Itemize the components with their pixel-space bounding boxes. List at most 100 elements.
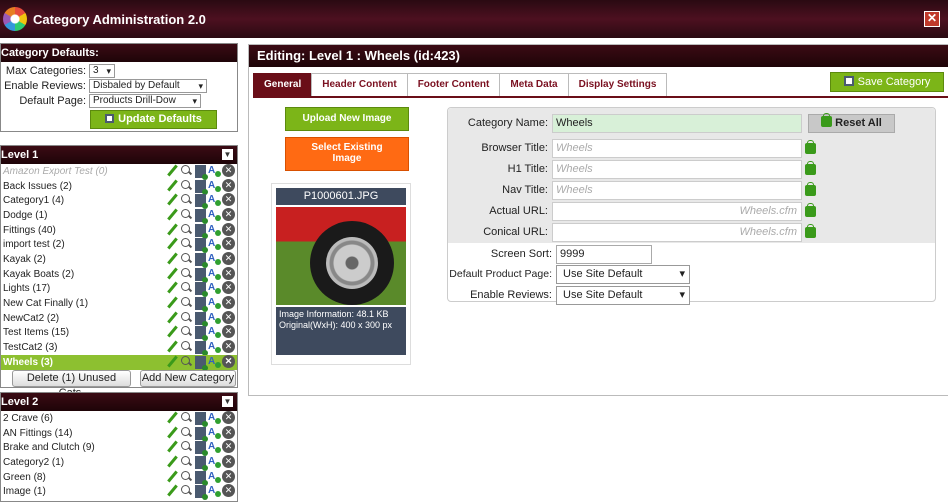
level2-item[interactable]: Category2 (1) A ✕ (1, 454, 237, 471)
products-icon[interactable] (195, 282, 208, 298)
sort-az-icon[interactable]: A (208, 223, 221, 236)
level1-item[interactable]: Fittings (40) A ✕ (1, 222, 237, 239)
level1-item[interactable]: Dodge (1) A ✕ (1, 207, 237, 224)
edit-pencil-icon[interactable] (166, 411, 179, 424)
conical-url-input[interactable]: Wheels.cfm (552, 222, 802, 242)
level1-item[interactable]: import test (2) A ✕ (1, 237, 237, 254)
sort-az-icon[interactable]: A (208, 208, 221, 221)
sort-az-icon[interactable]: A (208, 179, 221, 192)
level2-item[interactable]: Brake and Clutch (9) A ✕ (1, 440, 237, 457)
edit-pencil-icon[interactable] (166, 208, 179, 221)
view-magnifier-icon[interactable] (180, 325, 193, 338)
products-icon[interactable] (195, 179, 208, 195)
sort-az-icon[interactable]: A (208, 426, 221, 439)
enable-reviews-select[interactable]: Disbaled by Default (89, 78, 207, 93)
products-icon[interactable] (195, 297, 208, 313)
select-existing-image-button[interactable]: Select Existing Image (285, 137, 409, 171)
view-magnifier-icon[interactable] (180, 411, 193, 424)
edit-pencil-icon[interactable] (166, 223, 179, 236)
products-icon[interactable] (195, 411, 208, 427)
view-magnifier-icon[interactable] (180, 281, 193, 294)
edit-pencil-icon[interactable] (166, 193, 179, 206)
level2-item[interactable]: Image (1) A ✕ (1, 484, 237, 501)
close-button[interactable]: ✕ (924, 11, 940, 27)
view-magnifier-icon[interactable] (180, 470, 193, 483)
edit-pencil-icon[interactable] (166, 440, 179, 453)
products-icon[interactable] (195, 194, 208, 210)
sort-az-icon[interactable]: A (208, 252, 221, 265)
level2-item[interactable]: Green (8) A ✕ (1, 469, 237, 486)
products-icon[interactable] (195, 455, 208, 471)
default-page-select[interactable]: Products Drill-Dow (89, 93, 201, 108)
enable-reviews-editor-select[interactable]: Use Site Default (556, 285, 690, 305)
sort-az-icon[interactable]: A (208, 440, 221, 454)
delete-x-icon[interactable]: ✕ (222, 251, 235, 265)
sort-az-icon[interactable]: A (208, 355, 221, 368)
category-name-input[interactable]: Wheels (552, 113, 802, 133)
products-icon[interactable] (195, 341, 208, 357)
delete-x-icon[interactable]: ✕ (222, 193, 235, 207)
level1-item[interactable]: TestCat2 (3) A ✕ (1, 340, 237, 357)
delete-x-icon[interactable]: ✕ (222, 310, 235, 324)
products-icon[interactable] (195, 326, 208, 342)
view-magnifier-icon[interactable] (180, 484, 193, 497)
lock-icon[interactable] (805, 160, 816, 175)
sort-az-icon[interactable]: A (208, 411, 221, 424)
default-product-page-select[interactable]: Use Site Default (556, 264, 690, 284)
level1-item[interactable]: Wheels (3) A ✕ (1, 354, 237, 371)
products-icon[interactable] (195, 164, 208, 180)
edit-pencil-icon[interactable] (166, 164, 179, 177)
delete-x-icon[interactable]: ✕ (222, 281, 235, 295)
tab-footer-content[interactable]: Footer Content (406, 73, 501, 97)
sort-az-icon[interactable]: A (208, 237, 221, 251)
h1-title-input[interactable]: Wheels (552, 159, 802, 179)
sort-az-icon[interactable]: A (208, 164, 221, 177)
edit-pencil-icon[interactable] (166, 340, 179, 353)
edit-pencil-icon[interactable] (166, 311, 179, 324)
sort-az-icon[interactable]: A (208, 340, 221, 354)
view-magnifier-icon[interactable] (180, 340, 193, 353)
tab-display-settings[interactable]: Display Settings (567, 73, 668, 97)
level1-item[interactable]: Kayak (2) A ✕ (1, 251, 237, 268)
sort-az-icon[interactable]: A (208, 281, 221, 295)
edit-pencil-icon[interactable] (166, 355, 179, 368)
level1-item[interactable]: Amazon Export Test (0) A ✕ (1, 163, 237, 180)
delete-x-icon[interactable]: ✕ (222, 354, 235, 368)
tab-general[interactable]: General (253, 73, 313, 97)
view-magnifier-icon[interactable] (180, 164, 193, 177)
view-magnifier-icon[interactable] (180, 208, 193, 221)
max-categories-select[interactable]: 3 (89, 63, 115, 78)
delete-x-icon[interactable]: ✕ (222, 454, 235, 468)
delete-x-icon[interactable]: ✕ (222, 325, 235, 339)
lock-icon[interactable] (805, 139, 816, 154)
lock-icon[interactable] (805, 181, 816, 196)
delete-x-icon[interactable]: ✕ (222, 222, 235, 236)
products-icon[interactable] (195, 267, 208, 283)
edit-pencil-icon[interactable] (166, 426, 179, 439)
view-magnifier-icon[interactable] (180, 440, 193, 453)
delete-x-icon[interactable]: ✕ (222, 469, 235, 483)
save-category-button[interactable]: Save Category (830, 72, 944, 92)
view-magnifier-icon[interactable] (180, 426, 193, 439)
sort-az-icon[interactable]: A (208, 484, 221, 498)
update-defaults-button[interactable]: Update Defaults (90, 110, 217, 129)
delete-unused-button[interactable]: Delete (1) Unused Cats. (12, 370, 131, 399)
lock-icon[interactable] (805, 223, 816, 238)
level1-item[interactable]: Lights (17) A ✕ (1, 281, 237, 298)
level1-item[interactable]: Back Issues (2) A ✕ (1, 178, 237, 195)
actual-url-input[interactable]: Wheels.cfm (552, 201, 802, 221)
edit-pencil-icon[interactable] (166, 296, 179, 309)
tab-header-content[interactable]: Header Content (311, 73, 408, 97)
delete-x-icon[interactable]: ✕ (222, 440, 235, 454)
sort-az-icon[interactable]: A (208, 325, 221, 339)
products-icon[interactable] (195, 311, 208, 327)
edit-pencil-icon[interactable] (166, 237, 179, 250)
edit-pencil-icon[interactable] (166, 179, 179, 192)
screen-sort-input[interactable]: 9999 (556, 244, 652, 264)
edit-pencil-icon[interactable] (166, 281, 179, 294)
products-icon[interactable] (195, 441, 208, 457)
collapse-level2-icon[interactable]: ▼ (222, 396, 233, 407)
view-magnifier-icon[interactable] (180, 355, 193, 368)
products-icon[interactable] (195, 426, 208, 442)
view-magnifier-icon[interactable] (180, 267, 193, 280)
